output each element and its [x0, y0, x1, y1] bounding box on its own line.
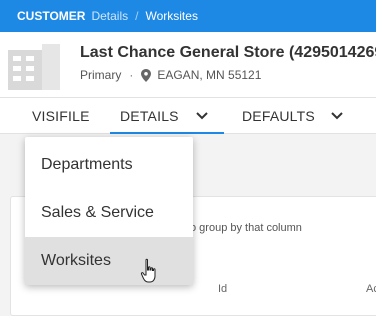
menu-item-worksites[interactable]: Worksites: [25, 237, 193, 285]
customer-name: Last Chance General Store (4295014269): [80, 44, 376, 61]
tab-visifile[interactable]: VISIFILE: [32, 98, 90, 134]
chevron-down-icon[interactable]: [195, 109, 209, 123]
details-dropdown-menu: Departments Sales & Service Worksites: [25, 137, 193, 285]
hand-pointer-icon: [140, 258, 156, 283]
customer-type: Primary: [80, 68, 122, 82]
tab-defaults[interactable]: DEFAULTS: [242, 98, 315, 134]
group-by-hint: o group by that column: [190, 222, 302, 234]
menu-item-departments[interactable]: Departments: [25, 141, 193, 189]
meta-separator: ·: [129, 68, 134, 82]
column-header-id[interactable]: Id: [218, 283, 227, 295]
location-pin-icon: [141, 68, 152, 82]
tab-bar: VISIFILE DETAILS DEFAULTS: [0, 98, 376, 134]
building-icon: [8, 44, 60, 90]
tab-details[interactable]: DETAILS: [120, 98, 179, 134]
menu-item-sales-service[interactable]: Sales & Service: [25, 189, 193, 237]
customer-location: EAGAN, MN 55121: [157, 68, 262, 82]
breadcrumb-details[interactable]: Details: [91, 9, 128, 23]
chevron-down-icon[interactable]: [330, 109, 344, 123]
customer-meta: Primary · EAGAN, MN 55121: [80, 68, 261, 82]
customer-header: Last Chance General Store (4295014269) P…: [0, 32, 376, 98]
active-tab-indicator: [110, 132, 224, 134]
top-bar: CUSTOMER Details / Worksites: [0, 0, 376, 32]
column-header-ac[interactable]: Ac: [366, 283, 376, 295]
breadcrumb-worksites: Worksites: [145, 9, 198, 23]
breadcrumb-root[interactable]: CUSTOMER: [17, 9, 85, 23]
breadcrumb-separator: /: [135, 9, 139, 23]
